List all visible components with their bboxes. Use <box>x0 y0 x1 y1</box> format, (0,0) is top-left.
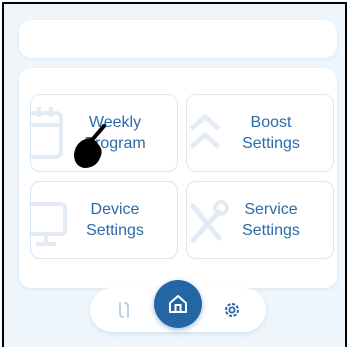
boost-settings-tile[interactable]: Boost Settings <box>186 94 334 172</box>
swap-icon <box>119 302 129 318</box>
hand-cursor-icon <box>74 124 106 168</box>
app-screen: Weekly Program Boost Settings Device Set… <box>2 2 347 347</box>
menu-panel: Weekly Program Boost Settings Device Set… <box>19 68 337 288</box>
boost-settings-label: Boost Settings <box>242 114 300 152</box>
device-settings-label: Device Settings <box>86 201 144 239</box>
gear-icon <box>225 303 239 317</box>
bottom-nav <box>90 280 266 332</box>
home-icon <box>169 295 187 313</box>
service-settings-label: Service Settings <box>242 201 300 239</box>
home-button[interactable] <box>154 280 202 328</box>
device-settings-tile[interactable]: Device Settings <box>30 181 178 259</box>
settings-button[interactable] <box>220 298 244 322</box>
swap-button[interactable] <box>112 298 136 322</box>
status-card <box>19 20 337 58</box>
service-settings-tile[interactable]: Service Settings <box>186 181 334 259</box>
